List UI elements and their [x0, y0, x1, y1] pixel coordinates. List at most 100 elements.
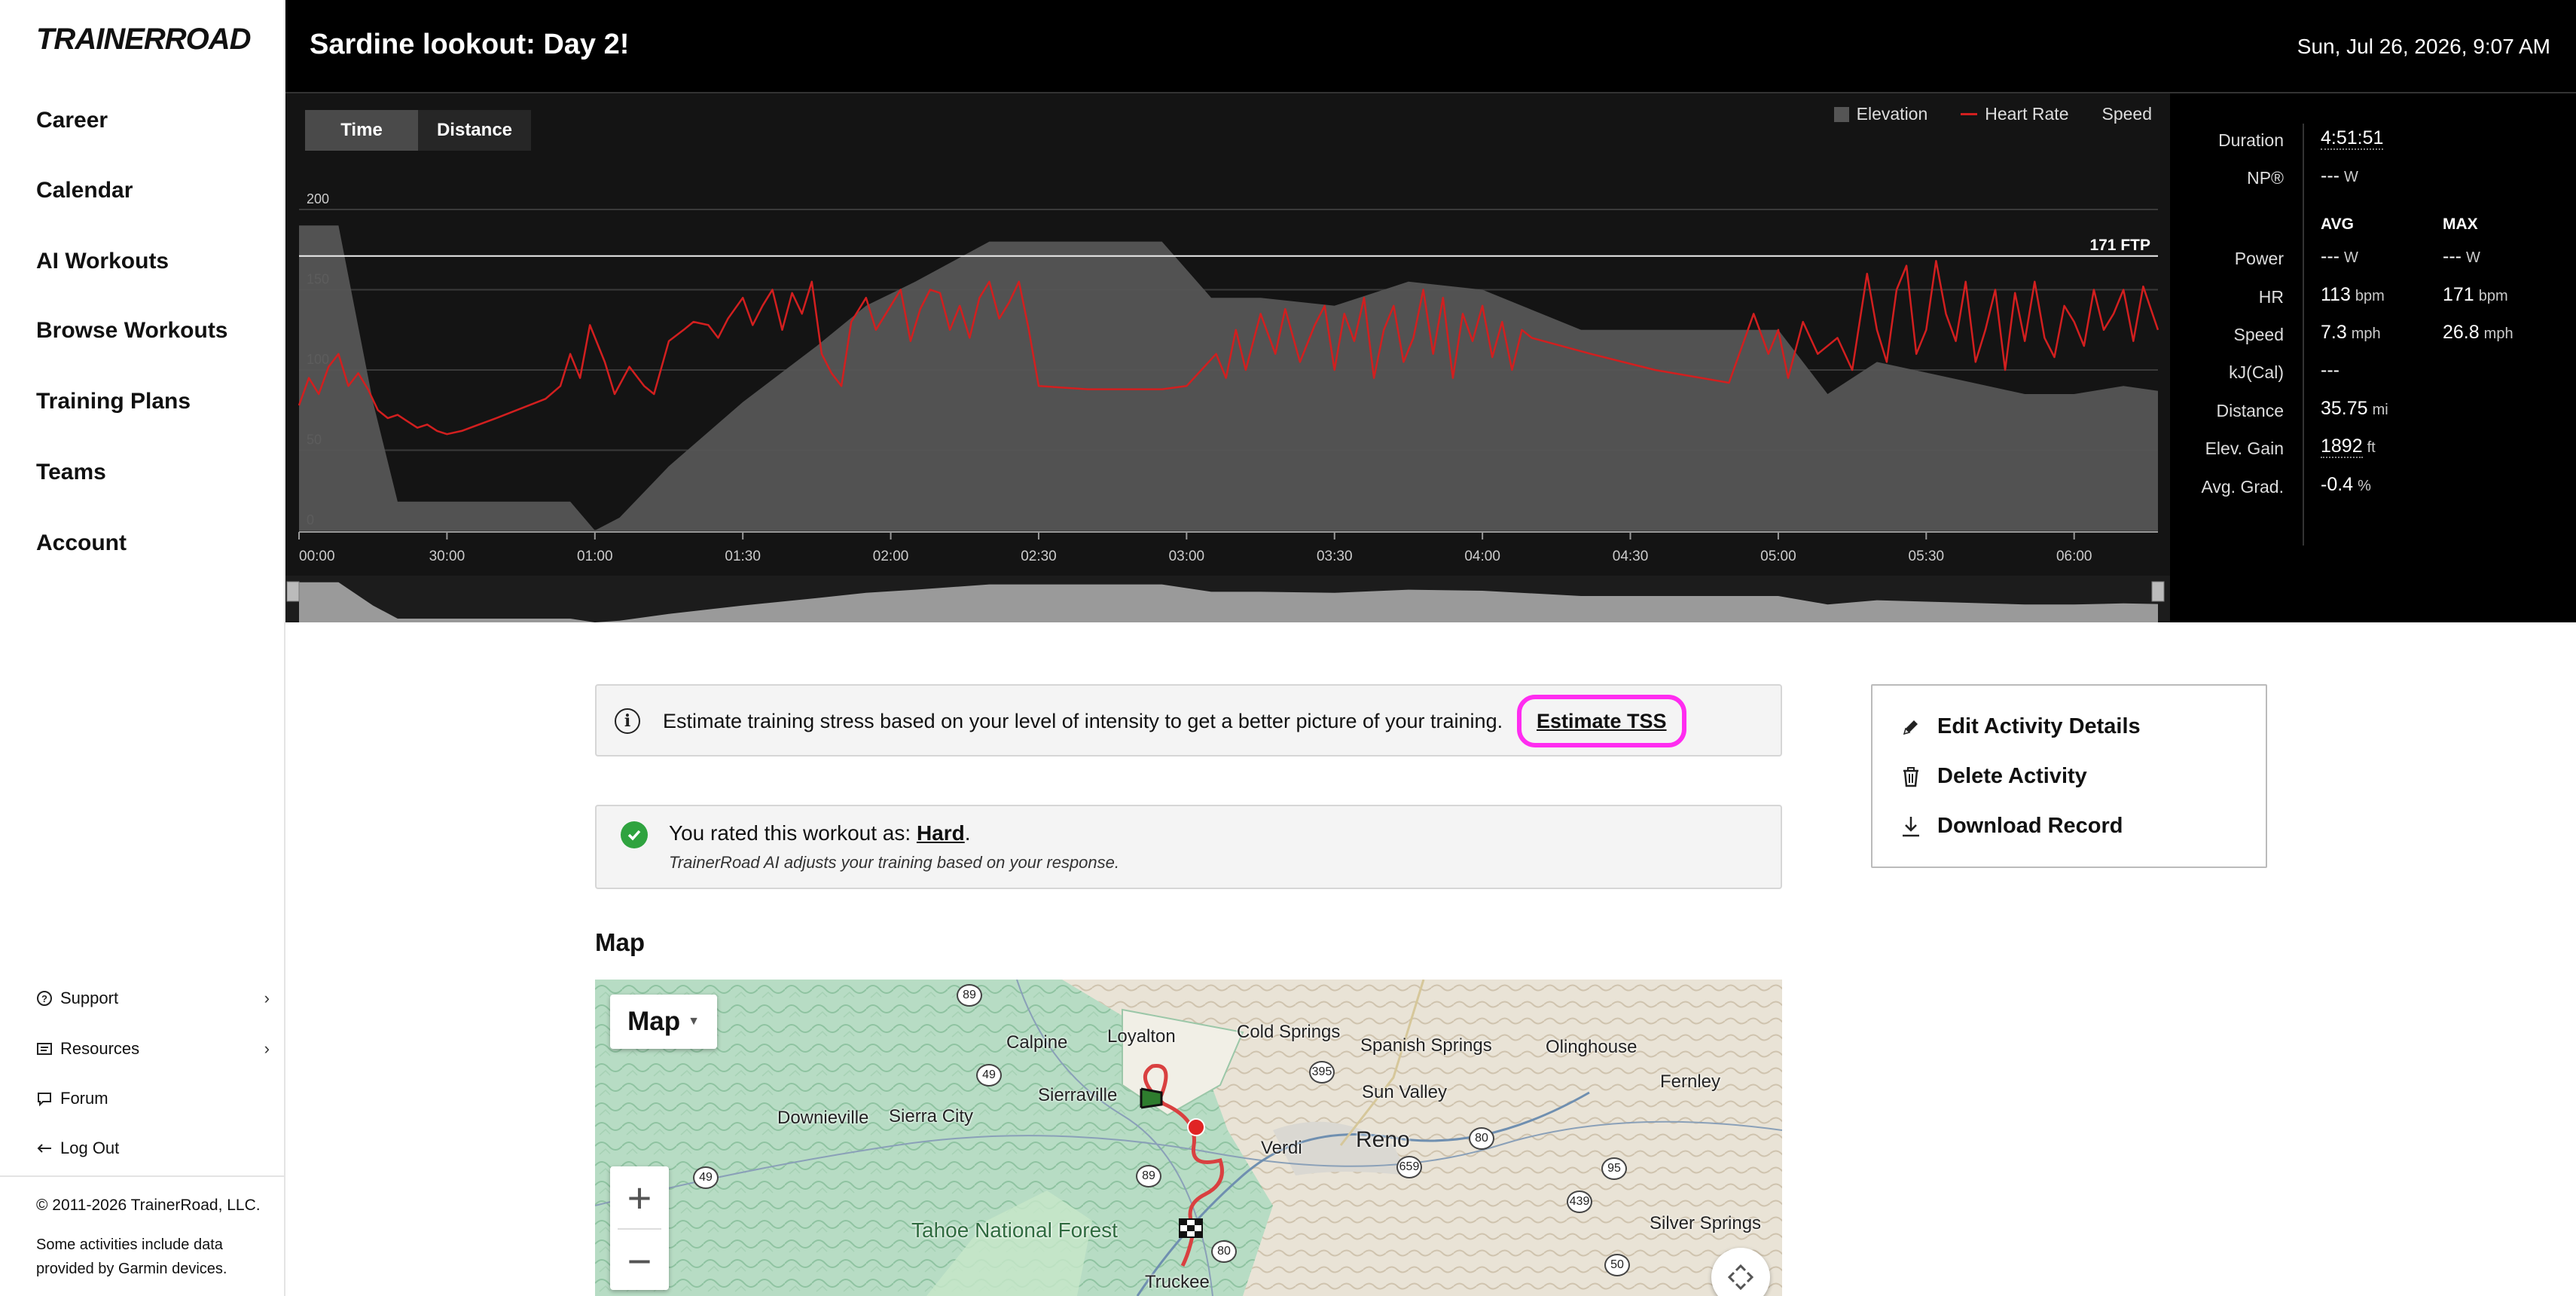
stat-max-value: --- W — [2443, 246, 2480, 267]
route-shield: 659 — [1396, 1156, 1422, 1178]
route-shield: 439 — [1567, 1191, 1592, 1213]
log-out-label: Log Out — [60, 1139, 120, 1157]
map-type-selector[interactable]: Map ▼ — [610, 995, 717, 1049]
nav-ai-workouts[interactable]: AI Workouts — [36, 249, 169, 274]
resources-label: Resources — [60, 1039, 140, 1058]
stat-avg-value: 4:51:51 — [2321, 127, 2388, 150]
download-record-button[interactable]: Download Record — [1900, 814, 2123, 839]
x-tick-label: 01:30 — [725, 549, 761, 564]
nav-training-plans[interactable]: Training Plans — [36, 389, 191, 414]
nav-teams[interactable]: Teams — [36, 460, 106, 485]
nav-career[interactable]: Career — [36, 108, 108, 133]
stat-label: Avg. Grad. — [2201, 477, 2284, 497]
stat-avg-number: -0.4 — [2321, 474, 2354, 495]
map-place-label: Olinghouse — [1546, 1037, 1637, 1057]
log-out-link[interactable]: Log Out — [36, 1139, 270, 1158]
zoom-controls: + − — [610, 1166, 669, 1290]
map-place-label: Downieville — [777, 1108, 869, 1128]
page-title: Sardine lookout: Day 2! — [310, 29, 630, 60]
route-shield: 49 — [976, 1064, 1002, 1087]
chevron-right-icon: › — [264, 989, 270, 1007]
stat-label: Distance — [2216, 401, 2284, 420]
question-circle-icon: ? — [36, 990, 53, 1007]
legend-elevation-label: Elevation — [1856, 104, 1928, 124]
trainerroad-logo[interactable]: TRAINERROAD — [36, 23, 252, 57]
check-icon — [621, 821, 648, 848]
stat-label: Duration — [2218, 130, 2284, 150]
legend-heart-rate[interactable]: Heart Rate — [1961, 104, 2068, 124]
stat-avg-number: --- — [2321, 359, 2339, 381]
stat-label: Speed — [2233, 325, 2284, 344]
map-place-label: Fernley — [1660, 1071, 1721, 1092]
stat-avg-unit: bpm — [2355, 288, 2385, 304]
stat-avg-number: 1892 — [2321, 436, 2363, 458]
navigator-handle-left[interactable] — [286, 581, 300, 602]
estimate-tss-link[interactable]: Estimate TSS — [1517, 695, 1686, 747]
forum-link[interactable]: Forum — [36, 1089, 270, 1108]
route-map[interactable]: Loyalton Cold Springs Calpine Spanish Sprin… — [595, 980, 1782, 1296]
resources-link[interactable]: Resources › — [36, 1039, 270, 1059]
legend-speed-label: Speed — [2101, 104, 2152, 124]
stat-avg-number: --- — [2321, 246, 2339, 267]
legend-elevation[interactable]: Elevation — [1833, 104, 1928, 124]
delete-activity-label: Delete Activity — [1937, 764, 2087, 788]
activity-header: Sardine lookout: Day 2! Sun, Jul 26, 202… — [285, 0, 2576, 93]
chart-axis-tabs: Time Distance — [305, 110, 531, 151]
stats-divider — [2303, 124, 2304, 546]
stat-label: Elev. Gain — [2205, 439, 2284, 458]
download-icon — [1900, 815, 1922, 838]
stat-max-number: 26.8 — [2443, 322, 2480, 343]
zoom-out-button[interactable]: − — [610, 1230, 669, 1291]
edit-activity-details-button[interactable]: Edit Activity Details — [1900, 714, 2141, 739]
route-shield: 80 — [1469, 1127, 1494, 1150]
stat-label: HR — [2258, 287, 2284, 307]
zoom-in-button[interactable]: + — [610, 1166, 669, 1228]
legend-speed[interactable]: Speed — [2101, 104, 2152, 124]
x-tick-label: 05:30 — [1909, 549, 1945, 564]
x-tick-label: 02:00 — [873, 549, 909, 564]
map-place-label: Sierra City — [889, 1106, 974, 1126]
x-tick-label: 02:30 — [1021, 549, 1057, 564]
activity-date: Sun, Jul 26, 2026, 9:07 AM — [2297, 35, 2550, 58]
nav-account[interactable]: Account — [36, 530, 127, 556]
edit-activity-details-label: Edit Activity Details — [1937, 714, 2141, 738]
x-tick-label: 01:00 — [577, 549, 613, 564]
book-icon — [36, 1041, 53, 1057]
tab-distance[interactable]: Distance — [418, 110, 531, 151]
nav-browse-workouts[interactable]: Browse Workouts — [36, 318, 228, 344]
chevron-right-icon: › — [264, 1039, 270, 1058]
rating-value-link[interactable]: Hard — [917, 821, 965, 845]
nav-calendar[interactable]: Calendar — [36, 178, 133, 203]
x-tick-label: 30:00 — [429, 549, 465, 564]
map-type-label: Map — [627, 1007, 681, 1036]
tab-time[interactable]: Time — [305, 110, 418, 151]
stat-max-number: 171 — [2443, 284, 2474, 305]
map-place-label: Loyalton — [1107, 1026, 1176, 1047]
elevation-area — [299, 225, 2158, 530]
sidebar-divider — [0, 1175, 285, 1177]
navigator-handle-right[interactable] — [2151, 581, 2165, 602]
activity-chart[interactable]: 050100150200171 FTP00:0030:0001:0001:300… — [285, 93, 2170, 622]
garmin-note: Some activities include data provided by… — [36, 1236, 227, 1277]
stat-avg-unit: W — [2343, 249, 2358, 266]
stat-avg-value: -0.4% — [2321, 474, 2371, 496]
tss-banner: i Estimate training stress based on your… — [595, 684, 1782, 757]
x-tick-label: 03:30 — [1317, 549, 1353, 564]
map-place-label: Verdi — [1261, 1138, 1302, 1158]
map-terrain[interactable] — [595, 980, 1782, 1296]
forum-label: Forum — [60, 1089, 108, 1108]
route-shield: 395 — [1309, 1061, 1335, 1084]
route-shield: 89 — [1136, 1165, 1161, 1187]
map-heading: Map — [595, 928, 645, 956]
delete-activity-button[interactable]: Delete Activity — [1900, 764, 2087, 789]
stat-avg-value: --- W — [2321, 246, 2358, 267]
chart-canvas[interactable]: 050100150200171 FTP00:0030:0001:0001:300… — [285, 93, 2170, 622]
rating-prefix: You rated this workout as: — [669, 821, 917, 845]
support-link[interactable]: ? Support › — [36, 989, 270, 1008]
stat-avg-unit: ft — [2367, 439, 2376, 456]
pencil-icon — [1900, 716, 1922, 738]
activity-actions-menu: Edit Activity Details Delete Activity Do… — [1871, 684, 2267, 868]
info-icon: i — [615, 708, 640, 734]
stat-avg-unit: W — [2343, 169, 2358, 185]
avg-heading: AVG — [2321, 215, 2354, 233]
